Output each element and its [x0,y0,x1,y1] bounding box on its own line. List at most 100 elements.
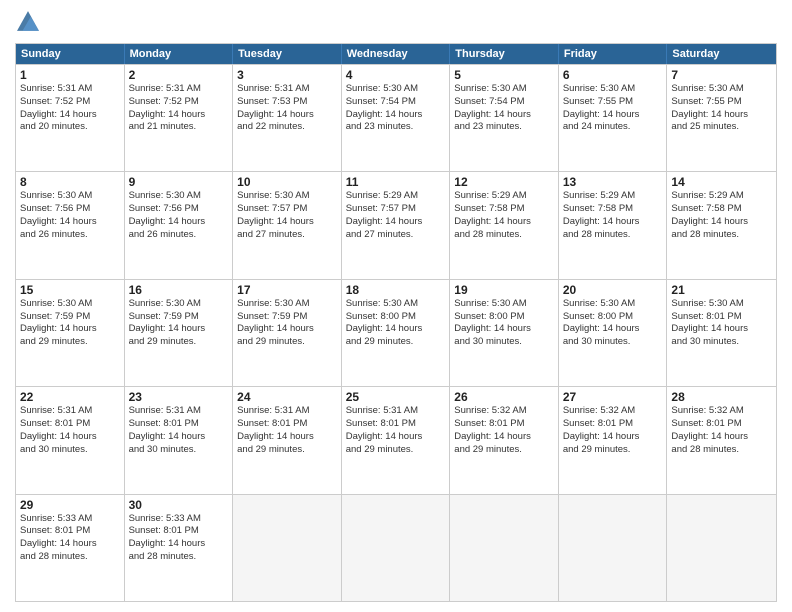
calendar-cell: 8Sunrise: 5:30 AMSunset: 7:56 PMDaylight… [16,172,125,278]
cell-day-number: 21 [671,283,772,297]
calendar-header-cell: Thursday [450,44,559,64]
cell-info-line: and 29 minutes. [237,336,337,349]
cell-info-line: and 30 minutes. [454,336,554,349]
calendar-cell: 28Sunrise: 5:32 AMSunset: 8:01 PMDayligh… [667,387,776,493]
calendar-header-cell: Sunday [16,44,125,64]
cell-info-line: Daylight: 14 hours [346,109,446,122]
cell-day-number: 30 [129,498,229,512]
cell-info-line: and 28 minutes. [454,229,554,242]
cell-info-line: and 29 minutes. [454,444,554,457]
cell-info-line: Sunset: 8:01 PM [671,418,772,431]
cell-day-number: 6 [563,68,663,82]
cell-info-line: Daylight: 14 hours [563,216,663,229]
calendar-cell: 15Sunrise: 5:30 AMSunset: 7:59 PMDayligh… [16,280,125,386]
calendar-row: 22Sunrise: 5:31 AMSunset: 8:01 PMDayligh… [16,386,776,493]
calendar-cell [450,495,559,601]
cell-info-line: Sunset: 7:55 PM [671,96,772,109]
cell-info-line: Sunrise: 5:31 AM [129,405,229,418]
cell-day-number: 23 [129,390,229,404]
cell-info-line: and 23 minutes. [346,121,446,134]
calendar-cell: 26Sunrise: 5:32 AMSunset: 8:01 PMDayligh… [450,387,559,493]
calendar-cell: 13Sunrise: 5:29 AMSunset: 7:58 PMDayligh… [559,172,668,278]
cell-day-number: 29 [20,498,120,512]
calendar-cell: 27Sunrise: 5:32 AMSunset: 8:01 PMDayligh… [559,387,668,493]
cell-info-line: Daylight: 14 hours [20,431,120,444]
logo [15,10,41,35]
cell-day-number: 25 [346,390,446,404]
cell-info-line: and 30 minutes. [20,444,120,457]
cell-info-line: Sunrise: 5:29 AM [563,190,663,203]
cell-day-number: 11 [346,175,446,189]
cell-day-number: 24 [237,390,337,404]
cell-day-number: 14 [671,175,772,189]
calendar-cell: 5Sunrise: 5:30 AMSunset: 7:54 PMDaylight… [450,65,559,171]
cell-info-line: Sunset: 7:53 PM [237,96,337,109]
calendar-cell: 30Sunrise: 5:33 AMSunset: 8:01 PMDayligh… [125,495,234,601]
calendar-cell: 18Sunrise: 5:30 AMSunset: 8:00 PMDayligh… [342,280,451,386]
cell-info-line: Sunset: 8:01 PM [454,418,554,431]
calendar-cell: 14Sunrise: 5:29 AMSunset: 7:58 PMDayligh… [667,172,776,278]
cell-info-line: Sunset: 7:57 PM [346,203,446,216]
cell-info-line: Sunrise: 5:29 AM [671,190,772,203]
cell-info-line: Sunrise: 5:30 AM [563,298,663,311]
cell-info-line: Daylight: 14 hours [129,431,229,444]
calendar-header-cell: Monday [125,44,234,64]
cell-info-line: Sunrise: 5:30 AM [454,298,554,311]
calendar-header-cell: Saturday [667,44,776,64]
cell-info-line: and 29 minutes. [346,336,446,349]
calendar-cell: 23Sunrise: 5:31 AMSunset: 8:01 PMDayligh… [125,387,234,493]
cell-info-line: Sunrise: 5:29 AM [454,190,554,203]
cell-day-number: 16 [129,283,229,297]
calendar-cell: 16Sunrise: 5:30 AMSunset: 7:59 PMDayligh… [125,280,234,386]
calendar-cell: 2Sunrise: 5:31 AMSunset: 7:52 PMDaylight… [125,65,234,171]
cell-info-line: Sunrise: 5:30 AM [129,190,229,203]
cell-info-line: Sunrise: 5:30 AM [454,83,554,96]
cell-day-number: 13 [563,175,663,189]
cell-info-line: Daylight: 14 hours [671,431,772,444]
calendar-cell [667,495,776,601]
cell-info-line: Sunset: 8:00 PM [346,311,446,324]
cell-info-line: Sunrise: 5:29 AM [346,190,446,203]
cell-info-line: Sunrise: 5:30 AM [671,298,772,311]
cell-day-number: 15 [20,283,120,297]
cell-info-line: Sunset: 8:01 PM [346,418,446,431]
cell-day-number: 9 [129,175,229,189]
cell-info-line: Sunset: 7:58 PM [454,203,554,216]
cell-info-line: Daylight: 14 hours [454,431,554,444]
cell-info-line: and 26 minutes. [129,229,229,242]
cell-info-line: and 28 minutes. [563,229,663,242]
cell-info-line: Sunset: 8:00 PM [563,311,663,324]
cell-day-number: 7 [671,68,772,82]
calendar-cell [342,495,451,601]
cell-info-line: Daylight: 14 hours [20,538,120,551]
cell-info-line: Sunrise: 5:30 AM [346,83,446,96]
cell-info-line: and 28 minutes. [20,551,120,564]
cell-info-line: and 29 minutes. [129,336,229,349]
cell-info-line: Sunset: 8:01 PM [129,525,229,538]
cell-info-line: Sunset: 8:01 PM [671,311,772,324]
cell-info-line: Daylight: 14 hours [454,323,554,336]
cell-info-line: Daylight: 14 hours [129,538,229,551]
cell-info-line: Daylight: 14 hours [129,323,229,336]
cell-info-line: Sunrise: 5:31 AM [20,405,120,418]
cell-info-line: and 21 minutes. [129,121,229,134]
cell-info-line: and 30 minutes. [671,336,772,349]
cell-info-line: Daylight: 14 hours [346,431,446,444]
cell-info-line: Sunset: 7:56 PM [20,203,120,216]
cell-info-line: Daylight: 14 hours [346,323,446,336]
cell-info-line: Sunset: 7:52 PM [20,96,120,109]
cell-day-number: 20 [563,283,663,297]
cell-info-line: and 25 minutes. [671,121,772,134]
cell-info-line: Sunrise: 5:30 AM [129,298,229,311]
cell-info-line: Sunrise: 5:30 AM [237,298,337,311]
calendar-header-cell: Wednesday [342,44,451,64]
calendar-row: 29Sunrise: 5:33 AMSunset: 8:01 PMDayligh… [16,494,776,601]
calendar-cell: 20Sunrise: 5:30 AMSunset: 8:00 PMDayligh… [559,280,668,386]
cell-info-line: Sunrise: 5:31 AM [20,83,120,96]
cell-info-line: Daylight: 14 hours [671,323,772,336]
cell-info-line: Sunrise: 5:30 AM [20,190,120,203]
calendar-cell: 4Sunrise: 5:30 AMSunset: 7:54 PMDaylight… [342,65,451,171]
cell-day-number: 26 [454,390,554,404]
calendar-cell: 24Sunrise: 5:31 AMSunset: 8:01 PMDayligh… [233,387,342,493]
cell-info-line: Sunrise: 5:32 AM [671,405,772,418]
